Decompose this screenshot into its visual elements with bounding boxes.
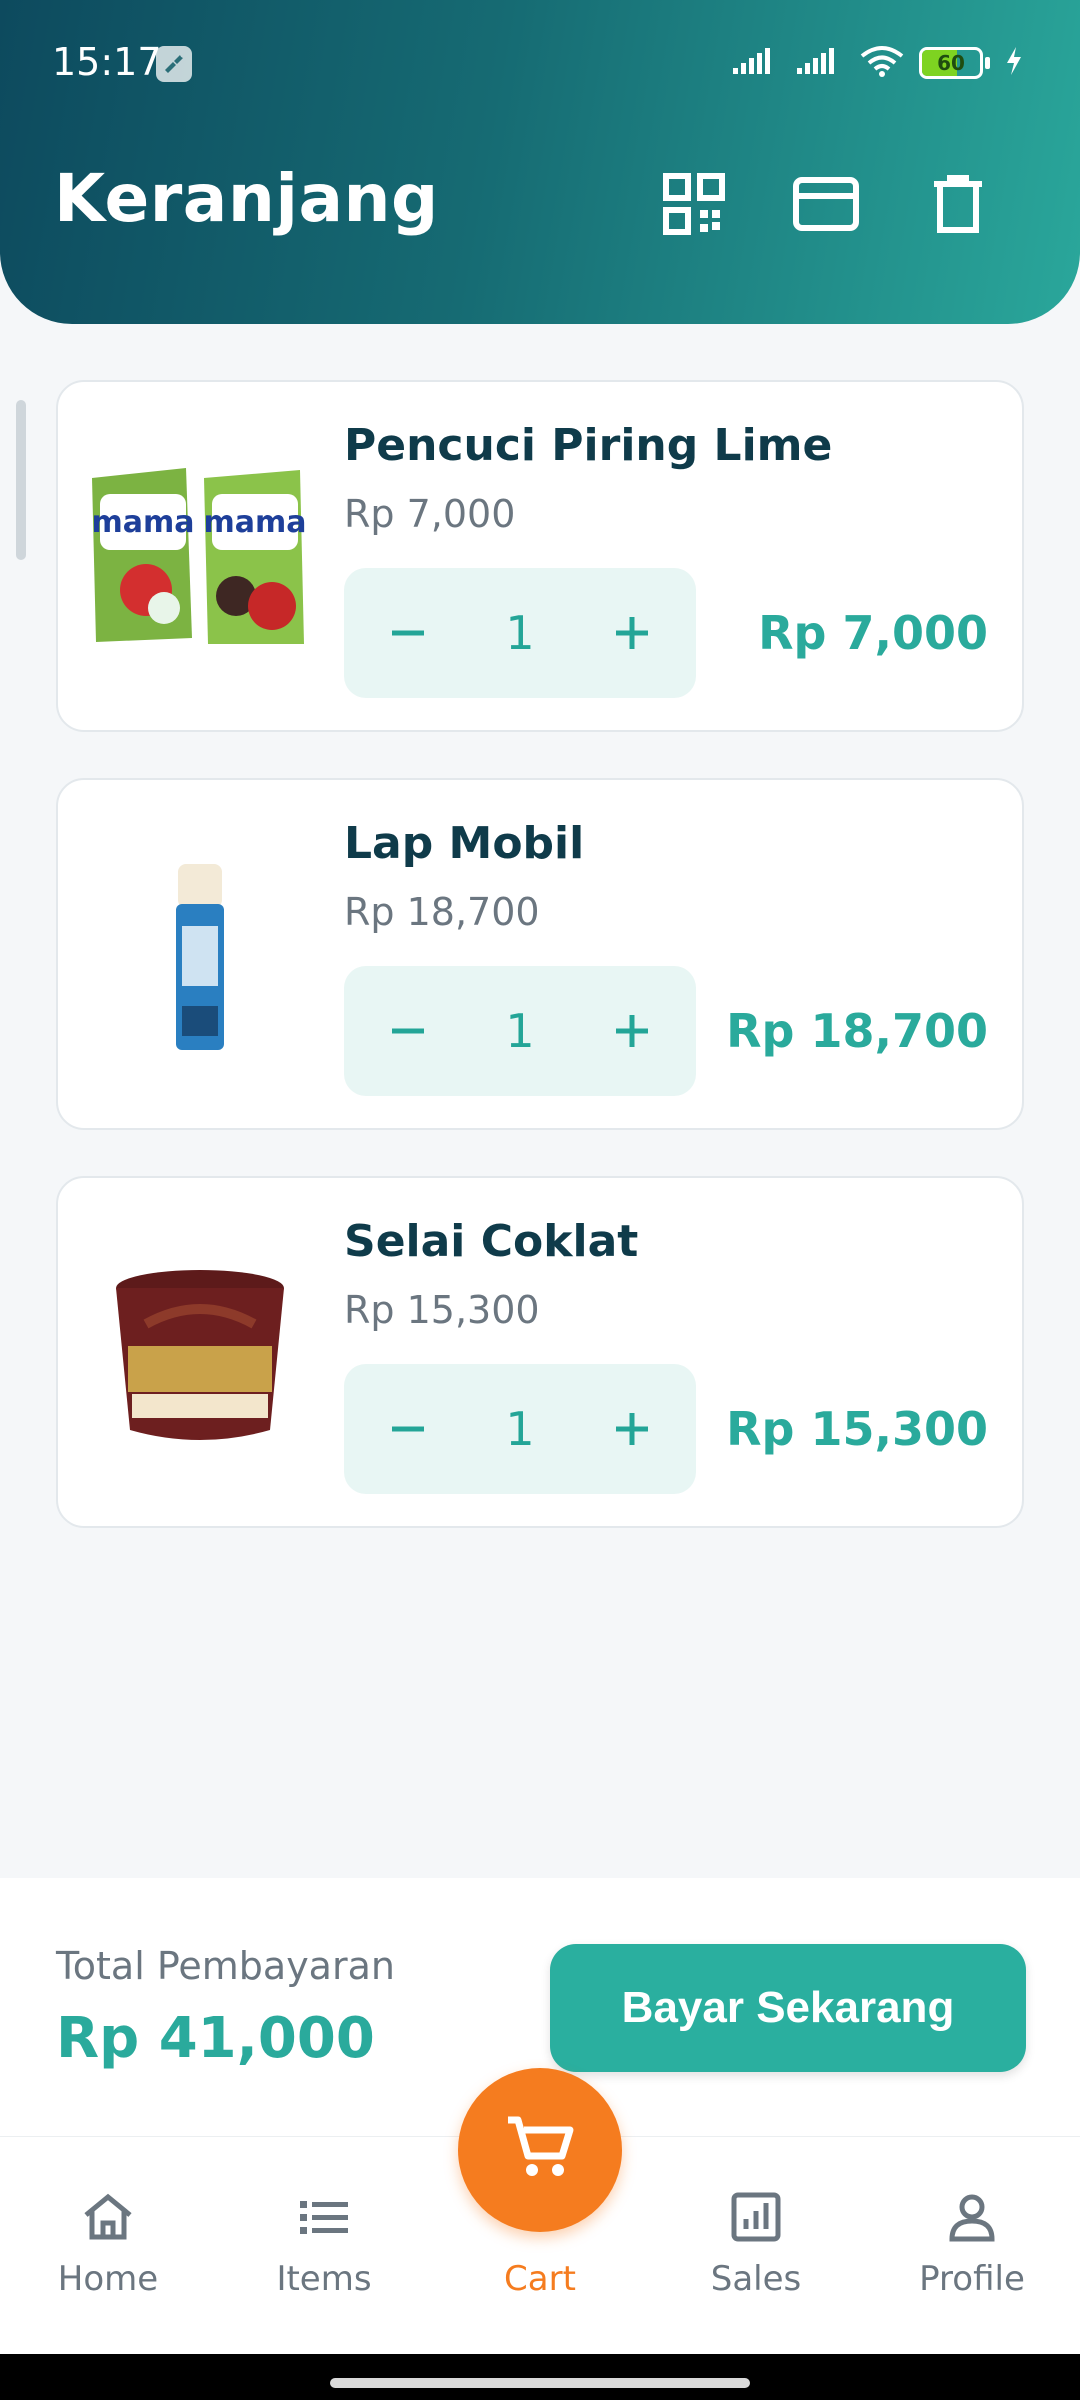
quantity-value: 1: [505, 1402, 535, 1456]
status-bar: 15:17 60: [0, 0, 1080, 130]
home-gesture-bar[interactable]: [330, 2378, 750, 2388]
battery-text: 60: [937, 51, 965, 75]
product-name: Pencuci Piring Lime: [344, 420, 833, 471]
page-title: Keranjang: [54, 160, 439, 237]
total-label: Total Pembayaran: [56, 1944, 395, 1988]
cart-item-card: Lap Mobil Rp 18,700 1 Rp 18,700: [56, 778, 1024, 1130]
credit-card-icon[interactable]: [790, 168, 862, 240]
battery-icon: 60: [919, 47, 983, 79]
nav-label: Items: [276, 2259, 372, 2299]
qr-code-icon[interactable]: [658, 168, 730, 240]
charging-icon: [1004, 46, 1024, 80]
quantity-stepper: 1: [344, 568, 696, 698]
person-icon: [940, 2185, 1004, 2249]
increment-button[interactable]: [600, 601, 664, 665]
wrench-icon: [156, 46, 192, 82]
nav-label: Sales: [710, 2259, 802, 2299]
cart-item-card: mama mama Pencuci Piring Lime Rp 7,000 1…: [56, 380, 1024, 732]
quantity-value: 1: [505, 606, 535, 660]
product-name: Selai Coklat: [344, 1216, 639, 1267]
home-icon: [76, 2185, 140, 2249]
signal-icon-2: [795, 46, 845, 80]
list-icon: [292, 2185, 356, 2249]
battery-cap: [985, 57, 990, 69]
line-total: Rp 7,000: [758, 606, 988, 660]
product-image: mama mama: [86, 438, 314, 678]
line-total: Rp 15,300: [726, 1402, 988, 1456]
product-image: [86, 1234, 314, 1474]
status-time: 15:17: [52, 40, 162, 84]
decrement-button[interactable]: [376, 601, 440, 665]
nav-item-items[interactable]: Items: [224, 2185, 424, 2299]
quantity-stepper: 1: [344, 1364, 696, 1494]
svg-text:mama: mama: [203, 505, 306, 540]
nav-item-sales[interactable]: Sales: [656, 2185, 856, 2299]
increment-button[interactable]: [600, 999, 664, 1063]
nav-label: Cart: [504, 2259, 576, 2299]
line-total: Rp 18,700: [726, 1004, 988, 1058]
total-value: Rp 41,000: [56, 2006, 375, 2071]
cart-fab-button[interactable]: [458, 2068, 622, 2232]
decrement-button[interactable]: [376, 999, 440, 1063]
pay-now-button[interactable]: Bayar Sekarang: [550, 1944, 1026, 2072]
nav-label: Home: [57, 2259, 159, 2299]
status-icons: 60: [731, 44, 1024, 82]
cart-item-card: Selai Coklat Rp 15,300 1 Rp 15,300: [56, 1176, 1024, 1528]
cart-icon: [504, 2112, 576, 2188]
svg-text:mama: mama: [91, 505, 194, 540]
quantity-stepper: 1: [344, 966, 696, 1096]
trash-icon[interactable]: [922, 168, 994, 240]
increment-button[interactable]: [600, 1397, 664, 1461]
nav-item-home[interactable]: Home: [8, 2185, 208, 2299]
nav-item-profile[interactable]: Profile: [872, 2185, 1072, 2299]
nav-label: Profile: [919, 2259, 1025, 2299]
signal-icon: [731, 46, 781, 80]
product-price: Rp 7,000: [344, 492, 516, 536]
system-nav-bar: [0, 2354, 1080, 2400]
scroll-indicator[interactable]: [16, 400, 26, 560]
bar-chart-icon: [724, 2185, 788, 2249]
cart-screen: 15:17 60 Keranjang mama mama Pencuci Pir…: [0, 0, 1080, 2400]
header: 15:17 60 Keranjang: [0, 0, 1080, 324]
product-price: Rp 18,700: [344, 890, 540, 934]
product-price: Rp 15,300: [344, 1288, 540, 1332]
product-image: [86, 836, 314, 1076]
decrement-button[interactable]: [376, 1397, 440, 1461]
quantity-value: 1: [505, 1004, 535, 1058]
product-name: Lap Mobil: [344, 818, 585, 869]
wifi-icon: [859, 44, 905, 82]
